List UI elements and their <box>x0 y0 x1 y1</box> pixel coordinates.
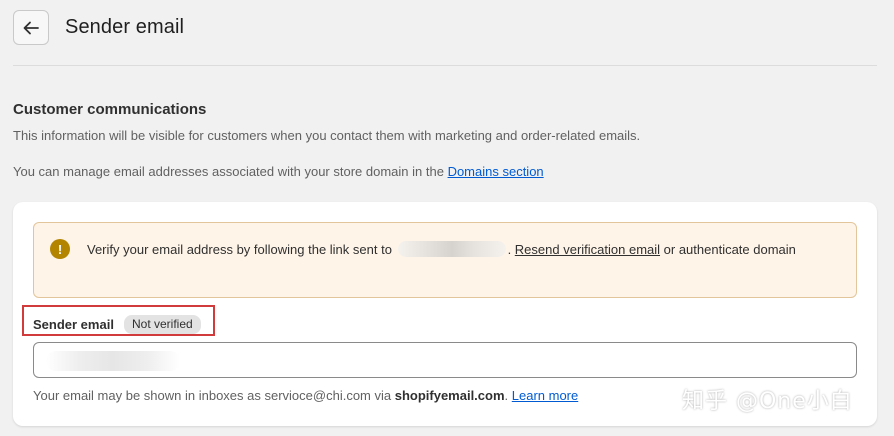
resend-verification-link[interactable]: Resend verification email <box>515 242 660 257</box>
help-text-dot: . <box>504 388 512 403</box>
domains-info-text: You can manage email addresses associate… <box>13 164 448 179</box>
watermark: 知乎 @One小白 <box>682 389 853 414</box>
learn-more-link[interactable]: Learn more <box>512 388 578 403</box>
section-description: This information will be visible for cus… <box>13 128 641 143</box>
alert-circle-icon: ! <box>50 239 70 259</box>
banner-text-end: or authenticate domain <box>660 242 796 257</box>
help-text-domain: shopifyemail.com <box>394 388 505 403</box>
section-title: Customer communications <box>13 101 207 118</box>
help-text-prefix: Your email may be shown in inboxes as se… <box>33 388 395 403</box>
help-text: Your email may be shown in inboxes as se… <box>33 388 578 403</box>
redacted-input-value <box>46 351 180 371</box>
page-title: Sender email <box>65 16 185 38</box>
banner-text-dot: . <box>507 242 515 257</box>
verification-warning-banner: ! Verify your email address by following… <box>33 222 857 298</box>
redacted-email <box>397 241 506 257</box>
sender-email-label: Sender email <box>33 317 114 332</box>
sender-email-input[interactable] <box>33 342 857 378</box>
domains-section-link[interactable]: Domains section <box>448 164 544 179</box>
back-button[interactable] <box>13 10 49 45</box>
arrow-left-icon <box>23 21 39 34</box>
domains-info: You can manage email addresses associate… <box>13 164 544 179</box>
page-header: Sender email <box>13 10 877 66</box>
banner-text-before: Verify your email address by following t… <box>87 242 392 257</box>
banner-message: Verify your email address by following t… <box>87 240 807 260</box>
status-badge: Not verified <box>124 315 201 334</box>
